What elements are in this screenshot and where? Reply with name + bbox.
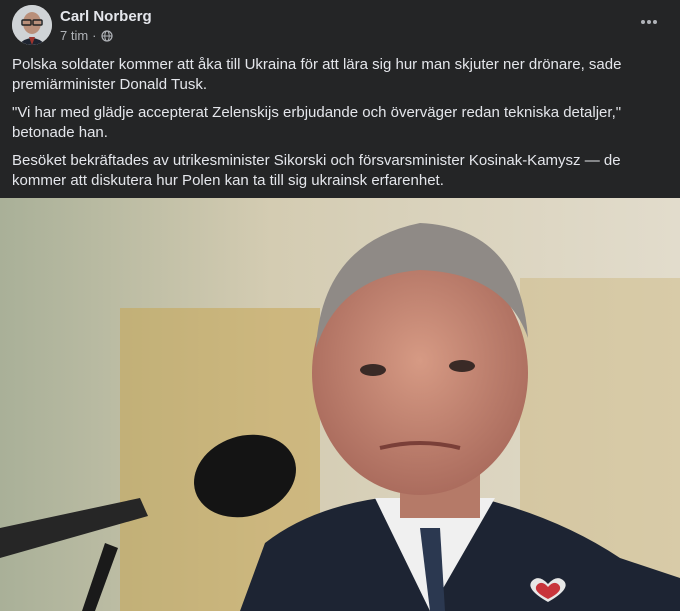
more-horizontal-icon (641, 20, 657, 24)
post-paragraph: Besöket bekräftades av utrikesminister S… (12, 152, 621, 189)
post-text: Polska soldater kommer att åka till Ukra… (12, 55, 662, 199)
meta-separator: · (92, 28, 97, 43)
avatar[interactable] (12, 5, 52, 45)
post: Carl Norberg 7 tim · Polska soldater kom… (0, 0, 680, 611)
author-name[interactable]: Carl Norberg (60, 8, 152, 25)
post-meta: 7 tim · (60, 28, 113, 43)
post-header: Carl Norberg 7 tim · (0, 0, 680, 50)
avatar-image (12, 5, 52, 45)
post-photo[interactable] (0, 198, 680, 611)
post-paragraph: Polska soldater kommer att åka till Ukra… (12, 56, 622, 93)
more-options-button[interactable] (638, 12, 660, 32)
photo-image (0, 198, 680, 611)
post-paragraph: "Vi har med glädje accepterat Zelenskijs… (12, 104, 622, 141)
post-time[interactable]: 7 tim (60, 28, 88, 43)
globe-icon (100, 29, 113, 42)
